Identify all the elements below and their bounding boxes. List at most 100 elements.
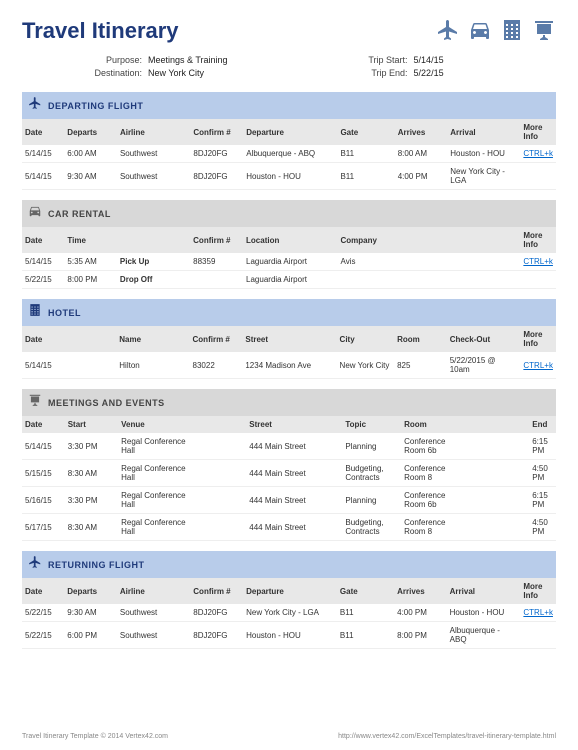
table-row: 5/14/153:30 PMRegal Conference Hall444 M… <box>22 433 556 460</box>
col-header: More Info <box>520 227 556 253</box>
table-cell <box>193 514 246 541</box>
more-info-link[interactable]: CTRL+k <box>523 361 553 370</box>
table-cell: 3:30 PM <box>65 487 118 514</box>
col-header: Departs <box>64 119 117 145</box>
table-cell: Houston - HOU <box>243 163 337 190</box>
table-cell: 8:00 PM <box>64 271 117 289</box>
footer: Travel Itinerary Template © 2014 Vertex4… <box>22 733 556 740</box>
table-departing: DateDepartsAirlineConfirm #DepartureGate… <box>22 119 556 190</box>
col-header: Gate <box>337 578 394 604</box>
table-cell[interactable]: CTRL+k <box>520 352 556 379</box>
col-header: Topic <box>342 416 401 433</box>
page-title: Travel Itinerary <box>22 18 179 44</box>
table-cell: 5/14/15 <box>22 145 64 163</box>
table-cell: 83022 <box>190 352 243 379</box>
table-cell <box>396 271 448 289</box>
header: Travel Itinerary <box>22 18 556 47</box>
table-cell: 5/16/15 <box>22 487 65 514</box>
table-cell <box>454 433 529 460</box>
col-header: Room <box>394 326 447 352</box>
table-cell: 9:30 AM <box>64 163 117 190</box>
car-icon <box>28 204 42 223</box>
col-header: Confirm # <box>190 578 243 604</box>
table-cell <box>520 622 556 649</box>
table-cell: Southwest <box>117 622 190 649</box>
table-cell[interactable]: CTRL+k <box>520 604 556 622</box>
table-cell: Houston - HOU <box>447 604 521 622</box>
table-cell: Budgeting, Contracts <box>342 460 401 487</box>
table-row: 5/14/15Hilton830221234 Madison AveNew Yo… <box>22 352 556 379</box>
col-header: Arrives <box>394 578 447 604</box>
table-cell <box>448 271 521 289</box>
col-header: More Info <box>520 578 556 604</box>
table-cell: Houston - HOU <box>447 145 520 163</box>
table-row: 5/22/156:00 PMSouthwest8DJ20FGHouston - … <box>22 622 556 649</box>
table-cell: New York City - LGA <box>243 604 337 622</box>
purpose-value: Meetings & Training <box>148 55 228 65</box>
table-meetings: DateStartVenueStreetTopicRoomEnd 5/14/15… <box>22 416 556 541</box>
section-header-car: CAR RENTAL <box>22 200 556 227</box>
col-header: Arrival <box>447 119 520 145</box>
section-car: CAR RENTAL DateTimeConfirm #LocationComp… <box>22 200 556 289</box>
section-header-hotel: HOTEL <box>22 299 556 326</box>
table-cell[interactable]: CTRL+k <box>520 145 556 163</box>
col-header: Arrives <box>395 119 448 145</box>
table-cell <box>193 487 246 514</box>
table-cell: 444 Main Street <box>246 487 342 514</box>
table-cell[interactable]: CTRL+k <box>520 253 556 271</box>
col-header: Date <box>22 119 64 145</box>
col-header: Confirm # <box>190 227 243 253</box>
table-cell: Regal Conference Hall <box>118 514 193 541</box>
col-header <box>396 227 448 253</box>
table-cell: Southwest <box>117 145 190 163</box>
table-cell: B11 <box>337 622 394 649</box>
section-title: MEETINGS AND EVENTS <box>48 398 165 408</box>
section-header-returning: RETURNING FLIGHT <box>22 551 556 578</box>
trip-start-value: 5/14/15 <box>414 55 444 65</box>
table-cell: Southwest <box>117 604 190 622</box>
table-cell: 6:00 AM <box>64 145 117 163</box>
section-title: RETURNING FLIGHT <box>48 560 145 570</box>
more-info-link[interactable]: CTRL+k <box>523 257 553 266</box>
more-info-link[interactable]: CTRL+k <box>523 608 553 617</box>
table-cell: 4:00 PM <box>395 163 448 190</box>
destination-label: Destination: <box>82 68 142 78</box>
col-header: Departs <box>64 578 117 604</box>
table-cell: 8:00 AM <box>395 145 448 163</box>
table-cell: New York City <box>337 352 395 379</box>
footer-right: http://www.vertex42.com/ExcelTemplates/t… <box>338 733 556 740</box>
table-cell: Regal Conference Hall <box>118 433 193 460</box>
table-row: 5/14/155:35 AMPick Up88359Laguardia Airp… <box>22 253 556 271</box>
airplane-icon <box>436 18 460 47</box>
table-hotel: DateNameConfirm #StreetCityRoomCheck-Out… <box>22 326 556 379</box>
table-cell: 5/14/15 <box>22 433 65 460</box>
table-cell: Hilton <box>116 352 189 379</box>
table-row: 5/15/158:30 AMRegal Conference Hall444 M… <box>22 460 556 487</box>
section-hotel: HOTEL DateNameConfirm #StreetCityRoomChe… <box>22 299 556 379</box>
table-cell: 9:30 AM <box>64 604 117 622</box>
table-cell: 5:35 AM <box>64 253 117 271</box>
airplane-icon <box>28 555 42 574</box>
purpose-label: Purpose: <box>82 55 142 65</box>
table-car: DateTimeConfirm #LocationCompanyMore Inf… <box>22 227 556 289</box>
trip-end-label: Trip End: <box>348 68 408 78</box>
table-cell: 825 <box>394 352 447 379</box>
col-header: Airline <box>117 578 190 604</box>
col-header <box>448 227 521 253</box>
table-cell <box>64 352 116 379</box>
airplane-icon <box>28 96 42 115</box>
more-info-link[interactable]: CTRL+k <box>523 149 553 158</box>
table-returning: DateDepartsAirlineConfirm #DepartureGate… <box>22 578 556 649</box>
col-header: Gate <box>337 119 394 145</box>
table-cell <box>520 271 556 289</box>
table-row: 5/14/159:30 AMSouthwest8DJ20FGHouston - … <box>22 163 556 190</box>
col-header: Arrival <box>447 578 521 604</box>
col-header: Check-Out <box>447 326 521 352</box>
col-header: Date <box>22 326 64 352</box>
col-header: Date <box>22 227 64 253</box>
table-cell: B11 <box>337 145 394 163</box>
col-header: Time <box>64 227 117 253</box>
col-header: Company <box>338 227 396 253</box>
meta-right: Trip Start:5/14/15 Trip End:5/22/15 <box>348 55 444 78</box>
col-header: Date <box>22 416 65 433</box>
